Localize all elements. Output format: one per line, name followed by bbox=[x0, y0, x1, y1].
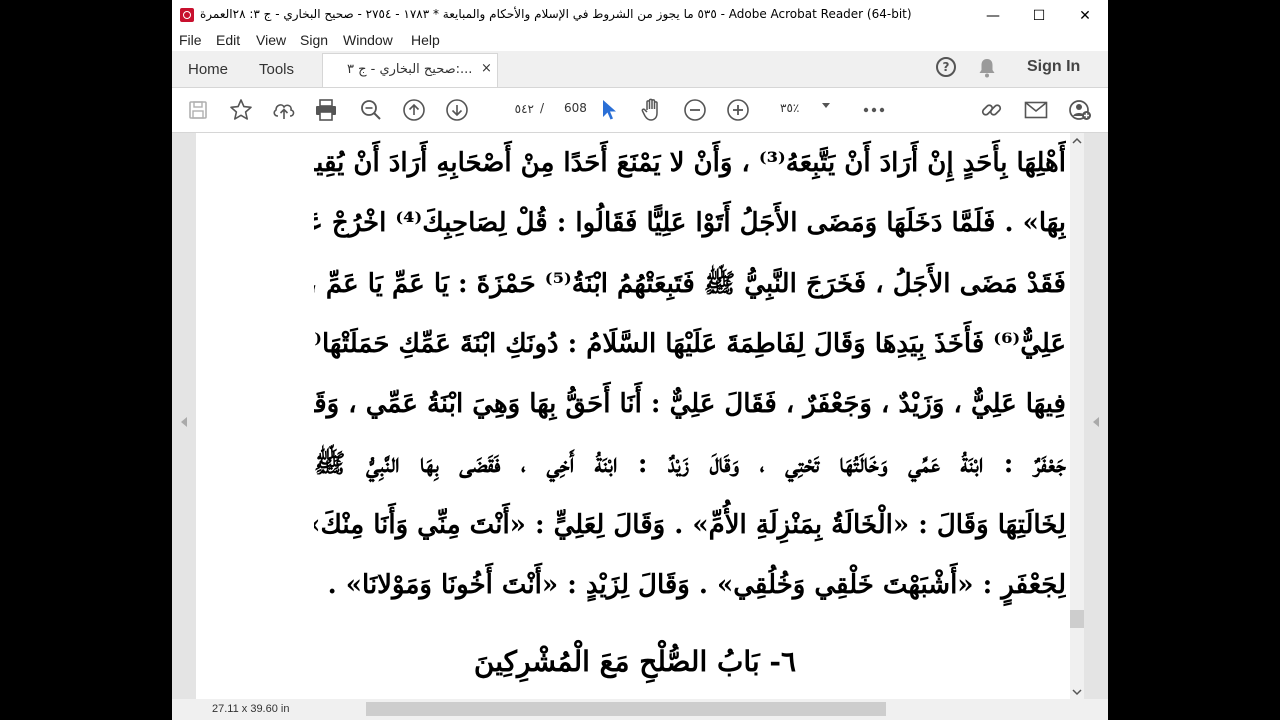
window-title: ٥٣٥ ما يجوز من الشروط في الإسلام والأحكا… bbox=[200, 7, 912, 21]
print-icon[interactable] bbox=[312, 96, 340, 124]
title-bar: ٥٣٥ ما يجوز من الشروط في الإسلام والأحكا… bbox=[172, 0, 1108, 31]
right-panel-arrow-icon[interactable] bbox=[1093, 417, 1099, 427]
acrobat-window: ٥٣٥ ما يجوز من الشروط في الإسلام والأحكا… bbox=[172, 0, 1108, 720]
page-number-input[interactable] bbox=[490, 97, 536, 121]
help-icon[interactable]: ? bbox=[936, 57, 956, 77]
tab-document[interactable]: صحيح البخاري - ج ٣:... × bbox=[322, 53, 498, 87]
menu-help[interactable]: Help bbox=[411, 32, 440, 48]
horizontal-scroll-thumb[interactable] bbox=[366, 702, 886, 716]
tab-close-icon[interactable]: × bbox=[481, 61, 492, 76]
sign-in-button[interactable]: Sign In bbox=[1027, 58, 1080, 76]
tab-bar: Home Tools صحيح البخاري - ج ٣:... × bbox=[172, 51, 1108, 88]
upload-cloud-icon[interactable] bbox=[270, 96, 298, 124]
vertical-scroll-thumb[interactable] bbox=[1070, 610, 1084, 628]
tab-tools[interactable]: Tools bbox=[259, 51, 294, 87]
menu-sign[interactable]: Sign bbox=[300, 32, 328, 48]
notification-bell-icon[interactable] bbox=[978, 58, 996, 78]
menu-file[interactable]: File bbox=[179, 32, 202, 48]
page-separator: / bbox=[540, 101, 545, 115]
page-size-readout: 27.11 x 39.60 in bbox=[212, 703, 290, 715]
scroll-down-chevron-icon[interactable] bbox=[1072, 688, 1082, 696]
page-total: 608 bbox=[564, 101, 587, 115]
pdf-page: أَهْلِهَا بِأَحَدٍ إِنْ أَرَادَ أَنْ يَت… bbox=[196, 133, 1074, 699]
more-tools-icon[interactable] bbox=[860, 96, 888, 124]
menu-edit[interactable]: Edit bbox=[216, 32, 240, 48]
scroll-up-chevron-icon[interactable] bbox=[1072, 137, 1082, 145]
search-icon[interactable] bbox=[357, 96, 385, 124]
account-add-icon[interactable] bbox=[1066, 96, 1094, 124]
tab-home[interactable]: Home bbox=[188, 51, 228, 87]
text-line: جَعْفَرٌ : ابْنَةُ عَمِّي وَخَالَتُهَا ت… bbox=[314, 449, 1066, 480]
text-line: أَهْلِهَا بِأَحَدٍ إِنْ أَرَادَ أَنْ يَت… bbox=[314, 148, 1066, 178]
status-bar: 27.11 x 39.60 in bbox=[172, 699, 1108, 720]
left-arrow-icon bbox=[181, 417, 187, 427]
zoom-level-select[interactable]: ٣٥٪ bbox=[780, 101, 799, 115]
select-cursor-icon[interactable] bbox=[595, 96, 623, 124]
next-page-icon[interactable] bbox=[443, 96, 471, 124]
menu-window[interactable]: Window bbox=[343, 32, 393, 48]
toolbar: / 608 ٣٥٪ bbox=[172, 88, 1108, 133]
previous-page-icon[interactable] bbox=[400, 96, 428, 124]
chapter-heading: ٦- بَابُ الصُّلْحِ مَعَ الْمُشْرِكِينَ bbox=[473, 645, 797, 678]
save-icon[interactable] bbox=[184, 96, 212, 124]
menu-view[interactable]: View bbox=[256, 32, 286, 48]
maximize-button[interactable]: ☐ bbox=[1016, 0, 1062, 31]
acrobat-app-icon bbox=[180, 8, 194, 22]
hand-tool-icon[interactable] bbox=[638, 96, 666, 124]
tab-document-label: صحيح البخاري - ج ٣:... bbox=[347, 62, 473, 77]
text-line: فِيهَا عَلِيٌّ ، وَزَيْدٌ ، وَجَعْفَرٌ ،… bbox=[314, 389, 1066, 420]
zoom-dropdown-chevron-icon[interactable] bbox=[822, 103, 830, 108]
text-line: عَلِيٌّ⁽⁶⁾ فَأَخَذَ بِيَدِهَا وَقَالَ لِ… bbox=[314, 328, 1066, 359]
page-text: أَهْلِهَا بِأَحَدٍ إِنْ أَرَادَ أَنْ يَت… bbox=[314, 133, 1066, 615]
bookmark-star-icon[interactable] bbox=[227, 96, 255, 124]
text-line: بِهَا» . فَلَمَّا دَخَلَهَا وَمَضَى الأَ… bbox=[314, 208, 1066, 239]
close-window-button[interactable]: ✕ bbox=[1062, 0, 1108, 31]
document-view[interactable]: أَهْلِهَا بِأَحَدٍ إِنْ أَرَادَ أَنْ يَت… bbox=[172, 133, 1108, 699]
zoom-out-icon[interactable] bbox=[681, 96, 709, 124]
share-link-icon[interactable] bbox=[978, 96, 1006, 124]
menu-bar: File Edit View Sign Window Help bbox=[172, 31, 1108, 51]
minimize-button[interactable]: — bbox=[970, 0, 1016, 31]
email-icon[interactable] bbox=[1022, 96, 1050, 124]
text-line: لِجَعْفَرٍ : «أَشْبَهْتَ خَلْقِي وَخُلُق… bbox=[327, 570, 1066, 601]
zoom-in-icon[interactable] bbox=[724, 96, 752, 124]
text-line: فَقَدْ مَضَى الأَجَلُ ، فَخَرَجَ النَّبِ… bbox=[314, 268, 1066, 299]
text-line: لِخَالَتِهَا وَقَالَ : «الْخَالَةُ بِمَن… bbox=[314, 509, 1066, 540]
